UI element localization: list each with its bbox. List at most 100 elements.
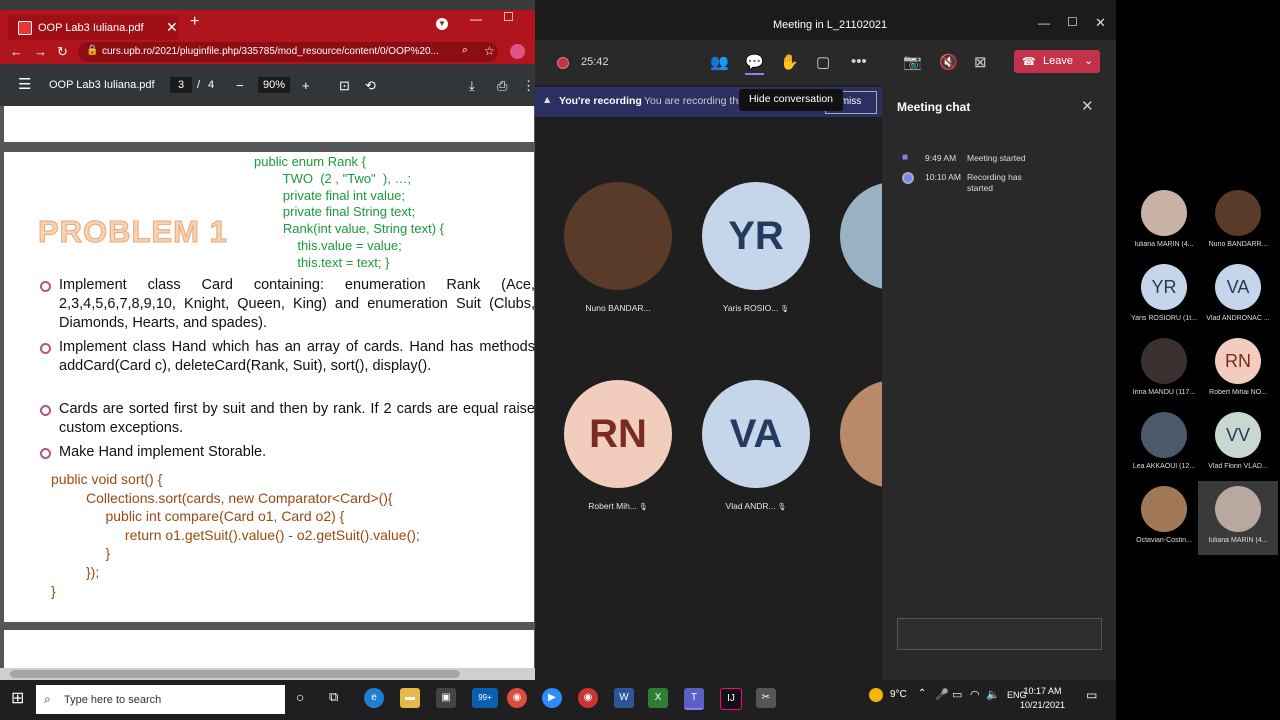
print-icon[interactable]: ⎙ bbox=[497, 78, 507, 94]
store-icon[interactable]: ▣ bbox=[436, 688, 456, 708]
weather-temp[interactable]: 9°C bbox=[890, 689, 907, 700]
chat-text: Recording has started bbox=[967, 172, 1022, 193]
video-tile[interactable]: VA Vlad ANDR... 🎙 bbox=[702, 380, 810, 511]
more-options-icon[interactable]: ⋮ bbox=[522, 78, 535, 94]
gallery-name: Lea AKKAOUI (12... bbox=[1132, 463, 1196, 470]
zoom-in-button[interactable]: + bbox=[302, 78, 310, 93]
download-icon[interactable]: ⤓ bbox=[469, 78, 475, 94]
mail-badge: 99+ bbox=[478, 693, 492, 702]
gallery-participant[interactable]: VV Vlad Florin VLAD... bbox=[1198, 407, 1278, 481]
excel-icon[interactable]: X bbox=[648, 688, 668, 708]
chevron-down-icon[interactable]: ⌄ bbox=[1084, 54, 1093, 67]
scrollbar-thumb[interactable] bbox=[10, 670, 460, 678]
profile-avatar[interactable] bbox=[510, 44, 525, 59]
video-tile[interactable]: RN Robert Mih... 🎙 bbox=[564, 380, 672, 511]
file-explorer-icon[interactable]: ▬ bbox=[400, 688, 420, 708]
clock-date: 10/21/2021 bbox=[1020, 700, 1066, 710]
close-chat-icon[interactable]: ✕ bbox=[1081, 97, 1094, 115]
gallery-participant[interactable]: Iuliana MARIN (4... bbox=[1124, 185, 1204, 259]
new-tab-button[interactable]: + bbox=[190, 13, 199, 31]
gallery-name: Vlad Florin VLAD... bbox=[1208, 463, 1268, 470]
word-icon[interactable]: W bbox=[614, 688, 634, 708]
back-icon[interactable]: ← bbox=[10, 44, 23, 59]
rotate-icon[interactable]: ⟲ bbox=[365, 78, 376, 94]
maximize-button[interactable]: ☐ bbox=[503, 10, 514, 24]
mail-icon[interactable]: 99+ bbox=[472, 688, 498, 708]
tray-chevron-icon[interactable]: ⌃ bbox=[918, 688, 926, 699]
camera-off-icon[interactable]: 📷 bbox=[903, 53, 922, 71]
horizontal-scrollbar[interactable] bbox=[0, 668, 535, 680]
notifications-icon[interactable]: ▭ bbox=[1086, 688, 1097, 702]
snipping-tool-icon[interactable]: ✂ bbox=[756, 688, 776, 708]
mic-off-icon[interactable]: 🔇 bbox=[939, 53, 958, 71]
url-text: curs.upb.ro/2021/pluginfile.php/335785/m… bbox=[102, 46, 439, 57]
bookmark-star-icon[interactable]: ☆ bbox=[484, 44, 495, 58]
battery-icon[interactable]: ▭ bbox=[952, 688, 962, 701]
share-stop-icon[interactable]: ⊠ bbox=[974, 53, 987, 71]
zoom-app-icon[interactable]: ▶ bbox=[542, 688, 562, 708]
more-actions-icon[interactable]: ••• bbox=[851, 53, 867, 70]
minimize-button[interactable]: — bbox=[470, 12, 482, 26]
clock[interactable]: 10:17 AM 10/21/2021 bbox=[1020, 684, 1065, 712]
close-tab-icon[interactable]: ✕ bbox=[166, 19, 178, 36]
gallery-avatar bbox=[1215, 486, 1261, 532]
gallery-participant[interactable]: Octavian-Costin... bbox=[1124, 481, 1204, 555]
tab-title: OOP Lab3 Iuliana.pdf bbox=[38, 22, 144, 34]
edge-icon[interactable]: e bbox=[364, 688, 384, 708]
sort-code: public void sort() { Collections.sort(ca… bbox=[51, 471, 420, 599]
intellij-icon[interactable]: IJ bbox=[720, 688, 742, 710]
reactions-icon[interactable]: ✋ bbox=[780, 53, 799, 71]
teams-icon[interactable]: T bbox=[684, 688, 704, 710]
wifi-icon[interactable]: ◠ bbox=[970, 688, 980, 701]
chat-icon[interactable]: 💬 bbox=[745, 53, 764, 75]
gallery-participant[interactable]: VA Vlad ANDRONAC ... bbox=[1198, 259, 1278, 333]
windows-start-icon[interactable]: ⊞ bbox=[11, 688, 24, 708]
gallery-participant[interactable]: Lea AKKAOUI (12... bbox=[1124, 407, 1204, 481]
participant-name: Nuno BANDAR... bbox=[564, 303, 672, 313]
page-number-input[interactable]: 3 bbox=[170, 77, 192, 93]
video-tile[interactable]: Lea A bbox=[840, 182, 882, 290]
minimize-button[interactable]: — bbox=[1038, 16, 1050, 30]
gallery-participant[interactable]: Irina MANDU (117... bbox=[1124, 333, 1204, 407]
microphone-icon[interactable]: 🎤 bbox=[935, 688, 949, 701]
task-view-icon[interactable]: ⧉ bbox=[329, 689, 338, 705]
gallery-avatar bbox=[1141, 486, 1187, 532]
gallery-avatar bbox=[1141, 412, 1187, 458]
taskbar-search-box[interactable]: ⌕ Type here to search bbox=[36, 685, 285, 714]
weather-icon[interactable] bbox=[869, 688, 883, 702]
gallery-avatar: VA bbox=[1215, 264, 1261, 310]
cortana-icon[interactable]: ○ bbox=[296, 689, 304, 705]
gallery-participant[interactable]: Iuliana MARIN (4... bbox=[1198, 481, 1278, 555]
chat-time: 9:49 AM bbox=[925, 153, 957, 163]
zoom-input[interactable]: 90% bbox=[258, 77, 290, 93]
gallery-participant[interactable]: Nuno BANDARR... bbox=[1198, 185, 1278, 259]
gallery-participant[interactable]: YR Yaris ROSIORU (1t... bbox=[1124, 259, 1204, 333]
video-tile[interactable]: YR Yaris ROSIO... 🎙 bbox=[702, 182, 810, 313]
zoom-out-button[interactable]: − bbox=[236, 78, 244, 93]
address-bar[interactable]: 🔒 curs.upb.ro/2021/pluginfile.php/335785… bbox=[78, 42, 498, 62]
video-tile[interactable]: Octav bbox=[840, 380, 882, 488]
tab-pdf[interactable]: OOP Lab3 Iuliana.pdf ✕ bbox=[8, 15, 178, 40]
volume-icon[interactable]: 🔈 bbox=[986, 688, 1000, 701]
menu-icon[interactable]: ☰ bbox=[18, 75, 31, 93]
tab-search-icon[interactable]: ▼ bbox=[436, 18, 448, 30]
participants-icon[interactable]: 👥 bbox=[710, 53, 729, 71]
leave-button[interactable]: ☎ Leave ⌄ bbox=[1014, 50, 1100, 73]
close-window-button[interactable]: ✕ bbox=[1095, 15, 1106, 31]
chrome-profile-icon[interactable]: ◉ bbox=[578, 688, 598, 708]
reload-icon[interactable]: ↻ bbox=[57, 44, 68, 60]
forward-icon[interactable]: → bbox=[34, 44, 47, 59]
chat-compose-box[interactable] bbox=[897, 618, 1102, 650]
video-tile[interactable]: Nuno BANDAR... bbox=[564, 182, 672, 313]
gallery-name: Yaris ROSIORU (1t... bbox=[1131, 315, 1197, 322]
chrome-icon[interactable]: ◉ bbox=[507, 688, 527, 708]
maximize-button[interactable]: ☐ bbox=[1067, 15, 1078, 29]
search-page-icon[interactable]: ⌕ bbox=[462, 44, 468, 57]
pdf-favicon-icon bbox=[18, 21, 32, 35]
bullet-icon bbox=[40, 405, 51, 416]
gallery-participant[interactable]: RN Robert Mihai NO... bbox=[1198, 333, 1278, 407]
rooms-icon[interactable]: ▢ bbox=[816, 53, 830, 71]
participant-name: Yaris ROSIO... 🎙 bbox=[702, 303, 810, 313]
gallery-avatar: RN bbox=[1215, 338, 1261, 384]
fit-page-icon[interactable]: ⊡ bbox=[339, 78, 350, 94]
